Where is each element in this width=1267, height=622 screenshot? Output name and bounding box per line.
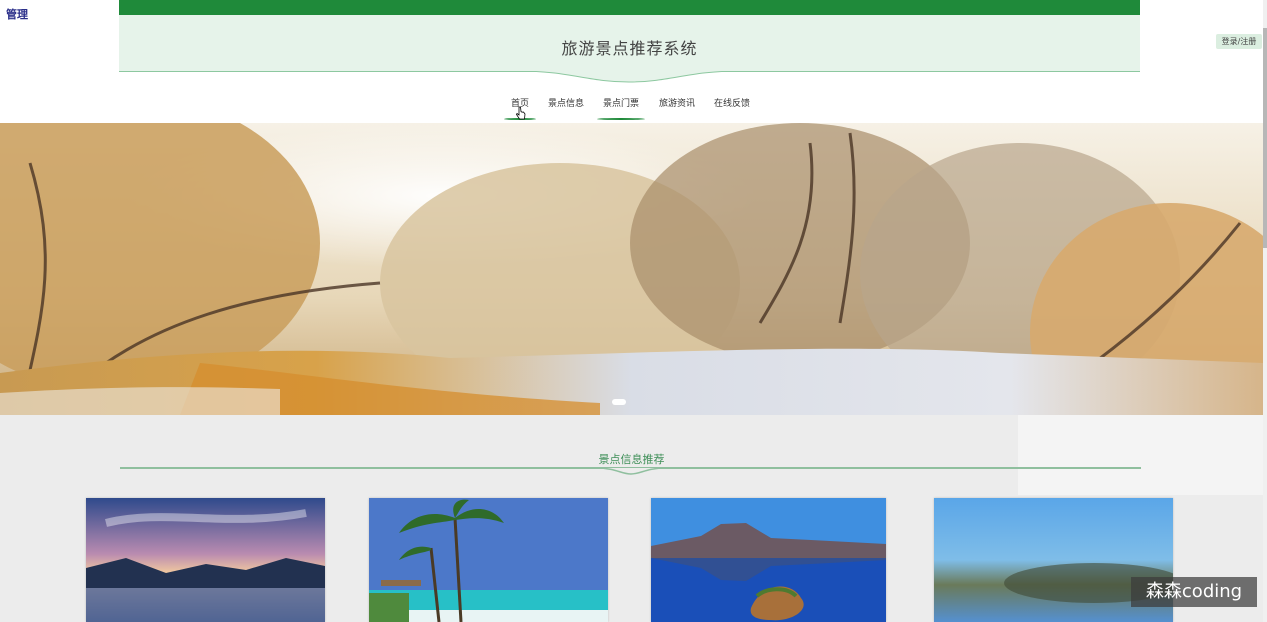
- nav-item-news[interactable]: 旅游资讯: [659, 96, 695, 120]
- main-nav: 首页 景点信息 景点门票 旅游资讯 在线反馈: [0, 96, 1267, 120]
- header-top-bar: [119, 0, 1140, 15]
- carousel-indicator-dot[interactable]: [612, 399, 626, 405]
- attraction-cards: [0, 498, 1263, 622]
- header: 旅游景点推荐系统: [119, 0, 1140, 84]
- header-curve-decoration: [119, 60, 1140, 83]
- mouse-pointer-icon: [516, 106, 526, 120]
- admin-corner-label[interactable]: 管理: [6, 6, 28, 22]
- hero-carousel[interactable]: [0, 123, 1263, 415]
- attraction-card[interactable]: [86, 498, 325, 622]
- mountain-lake-island-image: [651, 498, 886, 622]
- nav-item-feedback[interactable]: 在线反馈: [714, 96, 750, 120]
- scrollbar-thumb[interactable]: [1263, 28, 1267, 248]
- site-title: 旅游景点推荐系统: [561, 39, 698, 58]
- tropical-beach-image: [369, 498, 608, 622]
- section-divider-notch: [596, 467, 666, 475]
- attraction-card[interactable]: [369, 498, 608, 622]
- nav-item-attractions[interactable]: 景点信息: [548, 96, 584, 120]
- watermark: 森森coding: [1131, 577, 1257, 607]
- login-register-button[interactable]: 登录/注册: [1216, 34, 1262, 49]
- attraction-card[interactable]: [651, 498, 886, 622]
- nav-item-tickets[interactable]: 景点门票: [597, 96, 645, 120]
- lake-sunset-image: [86, 498, 325, 622]
- winter-forest-banner-image: [0, 123, 1263, 415]
